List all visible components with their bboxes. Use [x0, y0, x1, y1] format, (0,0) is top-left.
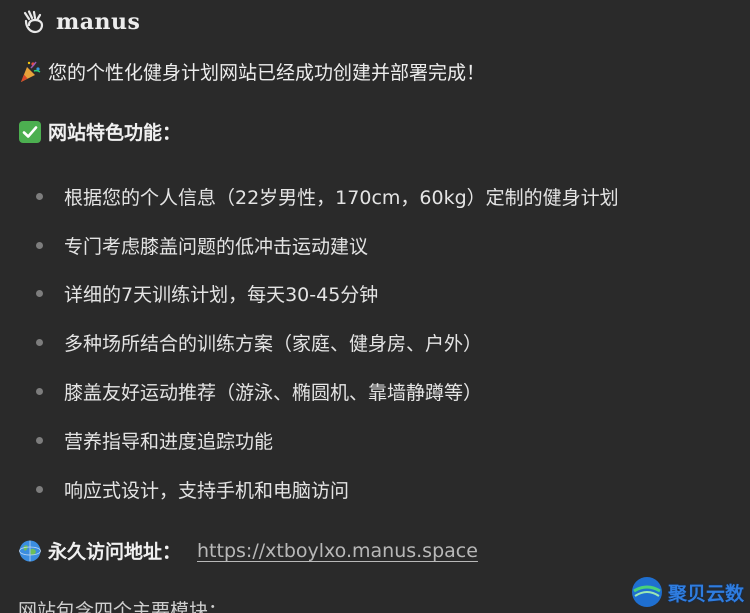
features-list: 根据您的个人信息（22岁男性，170cm，60kg）定制的健身计划 专门考虑膝盖… [36, 172, 619, 514]
watermark-globe-icon [631, 577, 662, 607]
bullet-dot [36, 485, 43, 493]
list-item: 响应式设计，支持手机和电脑访问 [36, 465, 619, 514]
bullet-dot [36, 241, 43, 249]
success-message: 您的个性化健身计划网站已经成功创建并部署完成！ [18, 58, 485, 85]
site-url-link[interactable]: https://xtboylxo.manus.space [197, 540, 478, 562]
brand-name: manus [56, 9, 141, 35]
list-item-text: 专门考虑膝盖问题的低冲击运动建议 [64, 235, 369, 258]
list-item-text: 膝盖友好运动推荐（游泳、椭圆机、靠墙静蹲等） [64, 382, 483, 405]
bullet-dot [36, 339, 43, 347]
manus-hand-logo-icon[interactable] [20, 9, 46, 35]
list-item-text: 营养指导和进度追踪功能 [64, 430, 274, 453]
watermark: 聚贝云数 [630, 575, 744, 609]
list-item: 膝盖友好运动推荐（游泳、椭圆机、靠墙静蹲等） [36, 367, 619, 416]
modules-intro-text: 网站包含四个主要模块： [18, 600, 228, 613]
bullet-dot [36, 388, 43, 396]
watermark-text: 聚贝云数 [667, 582, 744, 605]
list-item: 多种场所结合的训练方案（家庭、健身房、户外） [36, 318, 619, 367]
list-item: 营养指导和进度追踪功能 [36, 416, 619, 465]
bullet-dot [36, 192, 43, 200]
check-mark-icon [19, 120, 41, 143]
success-text: 您的个性化健身计划网站已经成功创建并部署完成！ [48, 62, 486, 84]
list-item: 专门考虑膝盖问题的低冲击运动建议 [36, 221, 619, 270]
list-item-text: 响应式设计，支持手机和电脑访问 [64, 479, 350, 502]
list-item: 详细的7天训练计划，每天30-45分钟 [36, 270, 619, 319]
list-item: 根据您的个人信息（22岁男性，170cm，60kg）定制的健身计划 [36, 172, 619, 221]
features-heading: 网站特色功能： [18, 118, 181, 145]
list-item-text: 详细的7天训练计划，每天30-45分钟 [64, 284, 379, 307]
list-item-text: 多种场所结合的训练方案（家庭、健身房、户外） [64, 333, 483, 356]
url-label: 永久访问地址： [48, 541, 182, 563]
features-heading-text: 网站特色功能： [48, 122, 182, 144]
app-header: manus [20, 6, 140, 38]
bullet-dot [36, 436, 43, 444]
party-popper-icon [21, 61, 41, 82]
permanent-url-line: 永久访问地址： https://xtboylxo.manus.space [18, 537, 478, 564]
globe-icon [19, 540, 41, 561]
bullet-dot [36, 290, 43, 298]
list-item-text: 根据您的个人信息（22岁男性，170cm，60kg）定制的健身计划 [64, 186, 619, 209]
